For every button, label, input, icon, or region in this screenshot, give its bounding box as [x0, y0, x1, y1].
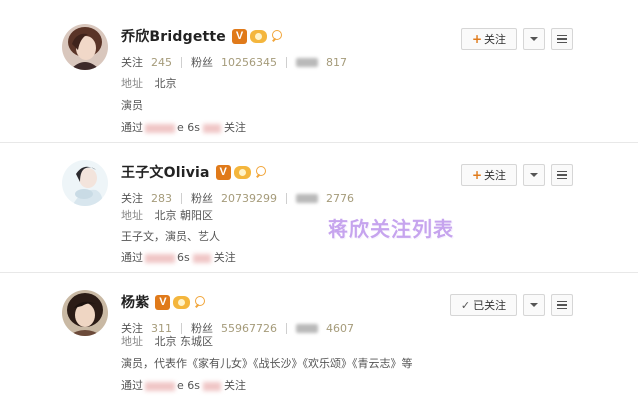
divider	[181, 192, 182, 204]
follow-button-label: 关注	[484, 33, 507, 46]
overlay-caption: 蒋欣关注列表	[328, 217, 454, 241]
location-value: 北京 东城区	[154, 335, 214, 348]
more-dropdown-button[interactable]	[523, 28, 545, 50]
following-count[interactable]: 283	[151, 192, 172, 205]
location-label: 地址	[121, 335, 143, 348]
plus-icon: +	[471, 32, 483, 46]
divider	[286, 322, 287, 334]
follow-button-label: 关注	[484, 169, 507, 182]
user-name[interactable]: 王子文Olivia	[121, 162, 210, 182]
location-value: 北京 朝阳区	[154, 209, 214, 222]
device-redacted	[192, 253, 211, 263]
search-icon[interactable]	[254, 166, 266, 178]
user-card: 乔欣Bridgette V 关注 245 粉丝 10256345 817 地址 …	[0, 12, 638, 140]
weibo-label-redacted	[296, 57, 318, 67]
follow-source-line: 通过 6s 关注	[121, 249, 236, 265]
follow-button[interactable]: + 关注	[461, 164, 517, 186]
menu-button[interactable]	[551, 294, 573, 316]
following-label: 关注	[121, 56, 143, 69]
avatar[interactable]	[62, 290, 108, 336]
fans-count[interactable]: 55967726	[221, 322, 277, 335]
menu-button[interactable]	[551, 164, 573, 186]
plus-icon: +	[471, 168, 483, 182]
more-dropdown-button[interactable]	[523, 164, 545, 186]
chevron-down-icon	[530, 303, 538, 307]
avatar[interactable]	[62, 160, 108, 206]
weibo-label-redacted	[296, 193, 318, 203]
via-device: 6s	[177, 251, 190, 264]
divider	[181, 322, 182, 334]
following-label: 关注	[121, 192, 143, 205]
location-line: 地址 北京 东城区	[121, 333, 213, 349]
divider	[181, 56, 182, 68]
via-suffix: 关注	[224, 121, 246, 134]
vip-level-icon	[250, 29, 267, 43]
via-device: e 6s	[177, 121, 200, 134]
via-prefix: 通过	[121, 121, 143, 134]
menu-icon	[557, 301, 567, 309]
via-suffix: 关注	[224, 379, 246, 392]
weibo-count[interactable]: 817	[326, 56, 347, 69]
via-suffix: 关注	[213, 251, 236, 264]
check-icon: ✓	[460, 298, 471, 312]
fans-count[interactable]: 20739299	[221, 192, 277, 205]
via-prefix: 通过	[121, 251, 143, 264]
vip-level-icon	[233, 165, 251, 179]
bio: 演员	[121, 99, 143, 112]
search-icon[interactable]	[270, 30, 282, 42]
menu-button[interactable]	[551, 28, 573, 50]
more-dropdown-button[interactable]	[523, 294, 545, 316]
menu-icon	[557, 35, 567, 43]
fans-label: 粉丝	[191, 56, 213, 69]
location-line: 地址 北京	[121, 75, 177, 91]
follow-source-line: 通过 e 6s 关注	[121, 377, 246, 393]
followed-button-label: 已关注	[473, 299, 507, 312]
chevron-down-icon	[530, 37, 538, 41]
weibo-count[interactable]: 2776	[326, 192, 354, 205]
via-prefix: 通过	[121, 379, 143, 392]
search-icon[interactable]	[193, 296, 206, 308]
device-redacted	[145, 123, 175, 133]
weibo-label-redacted	[296, 323, 318, 333]
location-label: 地址	[121, 209, 143, 222]
user-card: 杨紫 V 关注 311 粉丝 55967726 4607 地址 北京 东城区 演…	[0, 278, 638, 406]
device-redacted	[145, 381, 175, 391]
divider	[0, 272, 638, 273]
bio: 王子文，演员、艺人	[121, 230, 220, 243]
fans-count[interactable]: 10256345	[221, 56, 277, 69]
device-redacted	[203, 381, 221, 391]
follow-source-line: 通过 e 6s 关注	[121, 119, 246, 135]
location-value: 北京	[154, 77, 177, 90]
device-redacted	[145, 253, 175, 263]
user-card: 王子文Olivia V 关注 283 粉丝 20739299 2776 地址 北…	[0, 148, 638, 276]
bio: 演员，代表作《家有儿女》《战长沙》《欢乐颂》《青云志》等	[121, 357, 413, 370]
verified-badge-icon: V	[232, 28, 247, 44]
avatar[interactable]	[62, 24, 108, 70]
via-device: e 6s	[177, 379, 200, 392]
vip-level-icon	[173, 295, 191, 309]
weibo-count[interactable]: 4607	[326, 322, 354, 335]
location-line: 地址 北京 朝阳区	[121, 207, 213, 223]
user-name[interactable]: 乔欣Bridgette	[121, 26, 226, 46]
chevron-down-icon	[530, 173, 538, 177]
user-name[interactable]: 杨紫	[121, 292, 149, 312]
location-label: 地址	[121, 77, 143, 90]
fans-label: 粉丝	[191, 192, 213, 205]
verified-badge-icon: V	[215, 164, 231, 180]
divider	[286, 56, 287, 68]
device-redacted	[203, 123, 221, 133]
divider	[286, 192, 287, 204]
followed-button[interactable]: ✓ 已关注	[450, 294, 517, 316]
following-count[interactable]: 245	[151, 56, 172, 69]
verified-badge-icon: V	[155, 294, 171, 310]
follow-button[interactable]: + 关注	[461, 28, 517, 50]
divider	[0, 142, 638, 143]
menu-icon	[557, 171, 567, 179]
